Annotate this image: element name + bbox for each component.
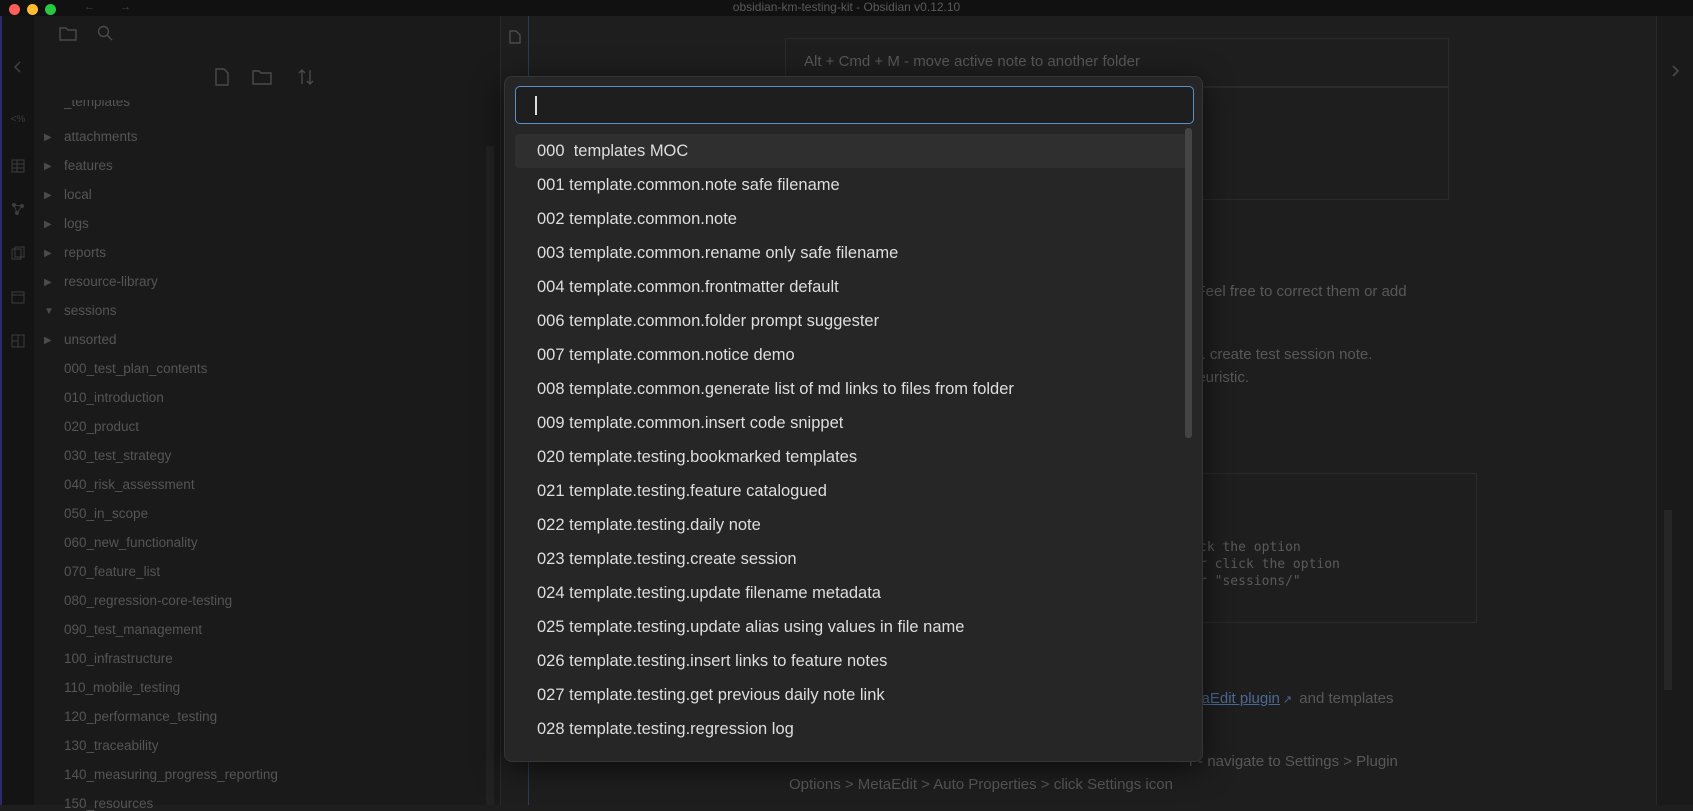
template-search-input[interactable] [515, 86, 1194, 124]
tree-folder-resource-library[interactable]: resource-library [64, 274, 158, 289]
suggestion-item[interactable]: 027 template.testing.get previous daily … [515, 678, 1187, 712]
tree-folder-unsorted[interactable]: unsorted [64, 332, 117, 347]
tree-file[interactable]: 060_new_functionality [64, 535, 198, 550]
new-folder-icon[interactable] [252, 69, 272, 90]
editor-line: .g. create test session note. [1189, 346, 1373, 363]
tree-file[interactable]: 090_test_management [64, 622, 202, 637]
tree-file[interactable]: 010_introduction [64, 390, 164, 405]
right-sidebar-strip [1656, 16, 1693, 805]
tree-file[interactable]: 140_measuring_progress_reporting [64, 767, 278, 782]
window-title: obsidian-km-testing-kit - Obsidian v0.12… [732, 0, 961, 14]
calendar-icon[interactable] [8, 290, 28, 306]
expand-arrow-icon[interactable]: ▶ [44, 132, 52, 143]
layout-icon[interactable] [8, 334, 28, 350]
new-note-icon[interactable] [214, 68, 230, 91]
tree-file[interactable]: 100_infrastructure [64, 651, 173, 666]
text-caret [535, 96, 537, 115]
code-line: ck the option [1199, 540, 1301, 555]
sidebar-scrollbar[interactable] [486, 146, 494, 805]
tree-folder-templates[interactable]: _templates [64, 100, 130, 109]
tree-folder-local[interactable]: local [64, 187, 92, 202]
tree-folder-sessions[interactable]: sessions [64, 303, 117, 318]
suggestion-item[interactable]: 004 template.common.frontmatter default [515, 270, 1187, 304]
suggestion-item[interactable]: 006 template.common.folder prompt sugges… [515, 304, 1187, 338]
suggestion-item[interactable]: 024 template.testing.update filename met… [515, 576, 1187, 610]
graph-icon[interactable] [8, 202, 28, 218]
tree-file[interactable]: 020_product [64, 419, 139, 434]
expand-arrow-icon[interactable]: ▶ [44, 335, 52, 346]
suggestion-item[interactable]: 007 template.common.notice demo [515, 338, 1187, 372]
tree-folder-reports[interactable]: reports [64, 245, 106, 260]
sort-icon[interactable] [297, 68, 315, 91]
table-icon[interactable] [8, 159, 28, 175]
suggestion-item[interactable]: 000 templates MOC [515, 134, 1187, 168]
expand-arrow-icon[interactable]: ▶ [44, 277, 52, 288]
suggestion-list: 000 templates MOC 001 template.common.no… [515, 134, 1187, 746]
editor-line: Options > MetaEdit > Auto Properties > c… [789, 776, 1173, 793]
editor-scrollbar[interactable] [1664, 510, 1672, 690]
expand-arrow-icon[interactable]: ▶ [44, 161, 52, 172]
shortcut-text: Alt + Cmd + M - move active note to anot… [804, 53, 1140, 70]
tree-file[interactable]: 000_test_plan_contents [64, 361, 207, 376]
search-icon[interactable] [97, 25, 113, 46]
suggestion-item[interactable]: 023 template.testing.create session [515, 542, 1187, 576]
tree-file[interactable]: 130_traceability [64, 738, 159, 753]
tree-file[interactable]: 110_mobile_testing [64, 680, 180, 695]
tree-folder-logs[interactable]: logs [64, 216, 89, 231]
tree-file[interactable]: 050_in_scope [64, 506, 148, 521]
tree-folder-features[interactable]: features [64, 158, 113, 173]
percent-code-icon[interactable]: <% [8, 114, 28, 130]
editor-line: and templates [1295, 690, 1394, 707]
expand-arrow-icon[interactable]: ▶ [44, 219, 52, 230]
code-line: r click the option [1199, 557, 1340, 572]
suggestion-item[interactable]: 028 template.testing.regression log [515, 712, 1187, 746]
copy-icon[interactable] [8, 246, 28, 262]
code-line: r "sessions/" [1199, 574, 1301, 589]
tree-file[interactable]: 070_feature_list [64, 564, 160, 579]
tree-file[interactable]: 040_risk_assessment [64, 477, 195, 492]
chevron-right-icon[interactable] [1670, 64, 1680, 83]
template-suggester-modal: 000 templates MOC 001 template.common.no… [504, 76, 1203, 762]
left-ribbon: <% [0, 16, 34, 805]
tree-folder-attachments[interactable]: attachments [64, 129, 138, 144]
suggestion-item[interactable]: 020 template.testing.bookmarked template… [515, 440, 1187, 474]
suggestion-item[interactable]: 025 template.testing.update alias using … [515, 610, 1187, 644]
folder-icon[interactable] [59, 25, 77, 46]
suggestion-item[interactable]: 008 template.common.generate list of md … [515, 372, 1187, 406]
chevron-left-icon[interactable] [8, 60, 28, 76]
title-bar: ← → obsidian-km-testing-kit - Obsidian v… [0, 0, 1693, 16]
suggestion-item[interactable]: 022 template.testing.daily note [515, 508, 1187, 542]
suggestion-item[interactable]: 003 template.common.rename only safe fil… [515, 236, 1187, 270]
tree-file[interactable]: 150_resources [64, 796, 153, 811]
tree-file[interactable]: 080_regression-core-testing [64, 593, 232, 608]
editor-line: r - navigate to Settings > Plugin [1189, 753, 1398, 770]
suggestion-scrollbar[interactable] [1185, 128, 1192, 438]
suggestion-item[interactable]: 001 template.common.note safe filename [515, 168, 1187, 202]
collapse-arrow-icon[interactable]: ▼ [44, 306, 54, 317]
expand-arrow-icon[interactable]: ▶ [44, 248, 52, 259]
tree-file[interactable]: 120_performance_testing [64, 709, 217, 724]
expand-arrow-icon[interactable]: ▶ [44, 190, 52, 201]
suggestion-item[interactable]: 021 template.testing.feature catalogued [515, 474, 1187, 508]
tree-file[interactable]: 030_test_strategy [64, 448, 171, 463]
suggestion-item[interactable]: 009 template.common.insert code snippet [515, 406, 1187, 440]
editor-line: r. Feel free to correct them or add [1184, 283, 1407, 300]
external-link-icon: ↗ [1282, 694, 1293, 706]
file-explorer-sidebar: ▶ ▶ ▶ ▶ ▶ ▶ ▼ ▶ _templates attachments f… [34, 16, 500, 811]
suggestion-item[interactable]: 026 template.testing.insert links to fea… [515, 644, 1187, 678]
file-icon[interactable] [509, 30, 521, 49]
suggestion-item[interactable]: 002 template.common.note [515, 202, 1187, 236]
